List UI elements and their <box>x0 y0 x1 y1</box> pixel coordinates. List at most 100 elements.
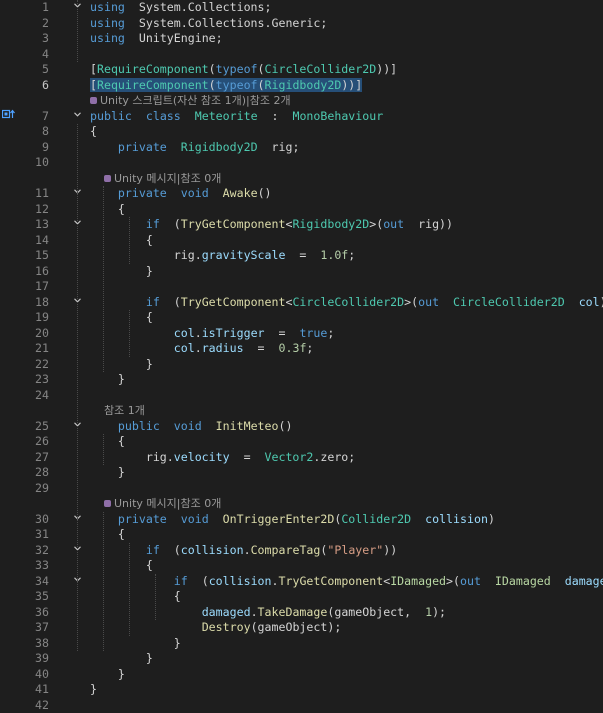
code-token: damaged <box>202 605 251 619</box>
line-number: 21 <box>0 341 49 357</box>
code-token: () <box>279 419 293 433</box>
line-number: 23 <box>0 372 49 388</box>
code-content: { <box>90 310 153 324</box>
code-token: public <box>118 419 160 433</box>
code-token: { <box>90 202 125 216</box>
line-number: 5 <box>0 62 49 78</box>
codelens-label[interactable]: Unity 메시지|참조 0개 <box>114 497 221 510</box>
indent-guide <box>129 310 130 357</box>
code-text[interactable]: } <box>90 682 97 698</box>
codelens-text[interactable]: Unity 스크립트(자산 참조 1개)|참조 2개 <box>90 93 291 109</box>
code-token: typeof <box>216 78 258 92</box>
code-content: damaged.TakeDamage(gameObject, 1); <box>90 605 446 619</box>
code-text[interactable]: col.radius = 0.3f; <box>90 341 313 357</box>
code-line: 14 { <box>0 233 603 249</box>
code-text[interactable]: using UnityEngine; <box>90 31 223 47</box>
code-text[interactable]: col.isTrigger = true; <box>90 326 334 342</box>
code-token: collision <box>425 512 488 526</box>
code-text[interactable]: } <box>90 465 125 481</box>
code-token: "Player" <box>327 543 383 557</box>
class-implementation-icon[interactable] <box>2 109 16 125</box>
code-text[interactable]: if (collision.TryGetComponent<IDamaged>(… <box>90 574 603 590</box>
code-token: . <box>244 543 251 557</box>
indent-guide <box>155 574 156 621</box>
code-text[interactable]: { <box>90 310 153 326</box>
code-content: if (collision.TryGetComponent<IDamaged>(… <box>90 574 603 588</box>
codelens-row: Unity 메시지|참조 0개 <box>0 496 603 512</box>
code-text[interactable]: Destroy(gameObject); <box>90 620 341 636</box>
code-line: 25 public void InitMeteo() <box>0 419 603 435</box>
code-text[interactable]: private Rigidbody2D rig; <box>90 140 299 156</box>
fold-chevron-icon[interactable] <box>72 109 82 125</box>
code-line: 13 if (TryGetComponent<Rigidbody2D>(out … <box>0 217 603 233</box>
code-content: if (TryGetComponent<CircleCollider2D>(ou… <box>90 295 603 309</box>
code-content: public class Meteorite : MonoBehaviour <box>90 109 383 123</box>
code-text[interactable]: } <box>90 372 125 388</box>
code-token: Rigidbody2D <box>292 217 369 231</box>
code-text[interactable]: if (TryGetComponent<CircleCollider2D>(ou… <box>90 295 603 311</box>
line-number: 9 <box>0 140 49 156</box>
code-token: . <box>251 605 258 619</box>
code-text[interactable]: } <box>90 651 153 667</box>
code-content: rig.velocity = Vector2.zero; <box>90 450 355 464</box>
code-token: { <box>90 233 153 247</box>
line-number: 35 <box>0 589 49 605</box>
code-token <box>90 419 118 433</box>
code-text[interactable]: } <box>90 264 153 280</box>
codelens-text[interactable]: Unity 메시지|참조 0개 <box>90 496 221 512</box>
code-token: = <box>244 341 279 355</box>
code-text[interactable]: public class Meteorite : MonoBehaviour <box>90 109 383 125</box>
code-line: 31 { <box>0 527 603 543</box>
codelens-label[interactable]: Unity 스크립트(자산 참조 1개)|참조 2개 <box>100 94 291 107</box>
code-token: (gameObject); <box>251 620 342 634</box>
code-token: )) <box>600 295 603 309</box>
line-number: 17 <box>0 279 49 295</box>
code-text[interactable]: using System.Collections; <box>90 0 272 16</box>
code-token: >( <box>369 217 383 231</box>
code-content: if (TryGetComponent<Rigidbody2D>(out rig… <box>90 217 453 231</box>
code-text[interactable]: { <box>90 434 125 450</box>
code-token: } <box>90 682 97 696</box>
code-text[interactable]: { <box>90 527 125 543</box>
code-token: void <box>181 512 209 526</box>
code-token: { <box>90 124 97 138</box>
code-text[interactable]: rig.velocity = Vector2.zero; <box>90 450 355 466</box>
code-text[interactable]: [RequireComponent(typeof(CircleCollider2… <box>90 62 397 78</box>
code-text[interactable]: using System.Collections.Generic; <box>90 16 327 32</box>
code-text[interactable]: damaged.TakeDamage(gameObject, 1); <box>90 605 446 621</box>
code-text[interactable]: { <box>90 124 97 140</box>
codelens-label[interactable]: 참조 1개 <box>104 404 145 417</box>
codelens-text[interactable]: 참조 1개 <box>90 403 145 419</box>
codelens-label[interactable]: Unity 메시지|참조 0개 <box>114 172 221 185</box>
code-line: 3using UnityEngine; <box>0 31 603 47</box>
code-token: CircleCollider2D <box>453 295 565 309</box>
code-text[interactable]: } <box>90 357 153 373</box>
code-token: Rigidbody2D <box>181 140 258 154</box>
code-line: 2using System.Collections.Generic; <box>0 16 603 32</box>
code-text[interactable]: } <box>90 667 125 683</box>
code-editor[interactable]: 1using System.Collections;2using System.… <box>0 0 603 695</box>
code-token <box>202 419 216 433</box>
line-number: 13 <box>0 217 49 233</box>
code-line: 4 <box>0 47 603 63</box>
code-content: private void OnTriggerEnter2D(Collider2D… <box>90 512 495 526</box>
code-text[interactable]: if (TryGetComponent<Rigidbody2D>(out rig… <box>90 217 453 233</box>
code-token: velocity <box>174 450 230 464</box>
code-content: } <box>90 264 153 278</box>
code-text[interactable]: { <box>90 202 125 218</box>
code-token <box>167 140 181 154</box>
codelens-text[interactable]: Unity 메시지|참조 0개 <box>90 171 221 187</box>
code-content: } <box>90 667 125 681</box>
code-text[interactable]: public void InitMeteo() <box>90 419 292 435</box>
code-text[interactable]: [RequireComponent(typeof(Rigidbody2D))] <box>90 78 362 94</box>
code-token <box>125 31 139 45</box>
code-text[interactable]: { <box>90 233 153 249</box>
code-text[interactable]: { <box>90 558 153 574</box>
code-text[interactable]: private void Awake() <box>90 186 272 202</box>
code-text[interactable]: private void OnTriggerEnter2D(Collider2D… <box>90 512 495 528</box>
indent-guide <box>103 434 104 465</box>
code-content: Destroy(gameObject); <box>90 620 341 634</box>
code-text[interactable]: if (collision.CompareTag("Player")) <box>90 543 397 559</box>
code-token: { <box>90 527 125 541</box>
code-token: ; <box>306 341 313 355</box>
